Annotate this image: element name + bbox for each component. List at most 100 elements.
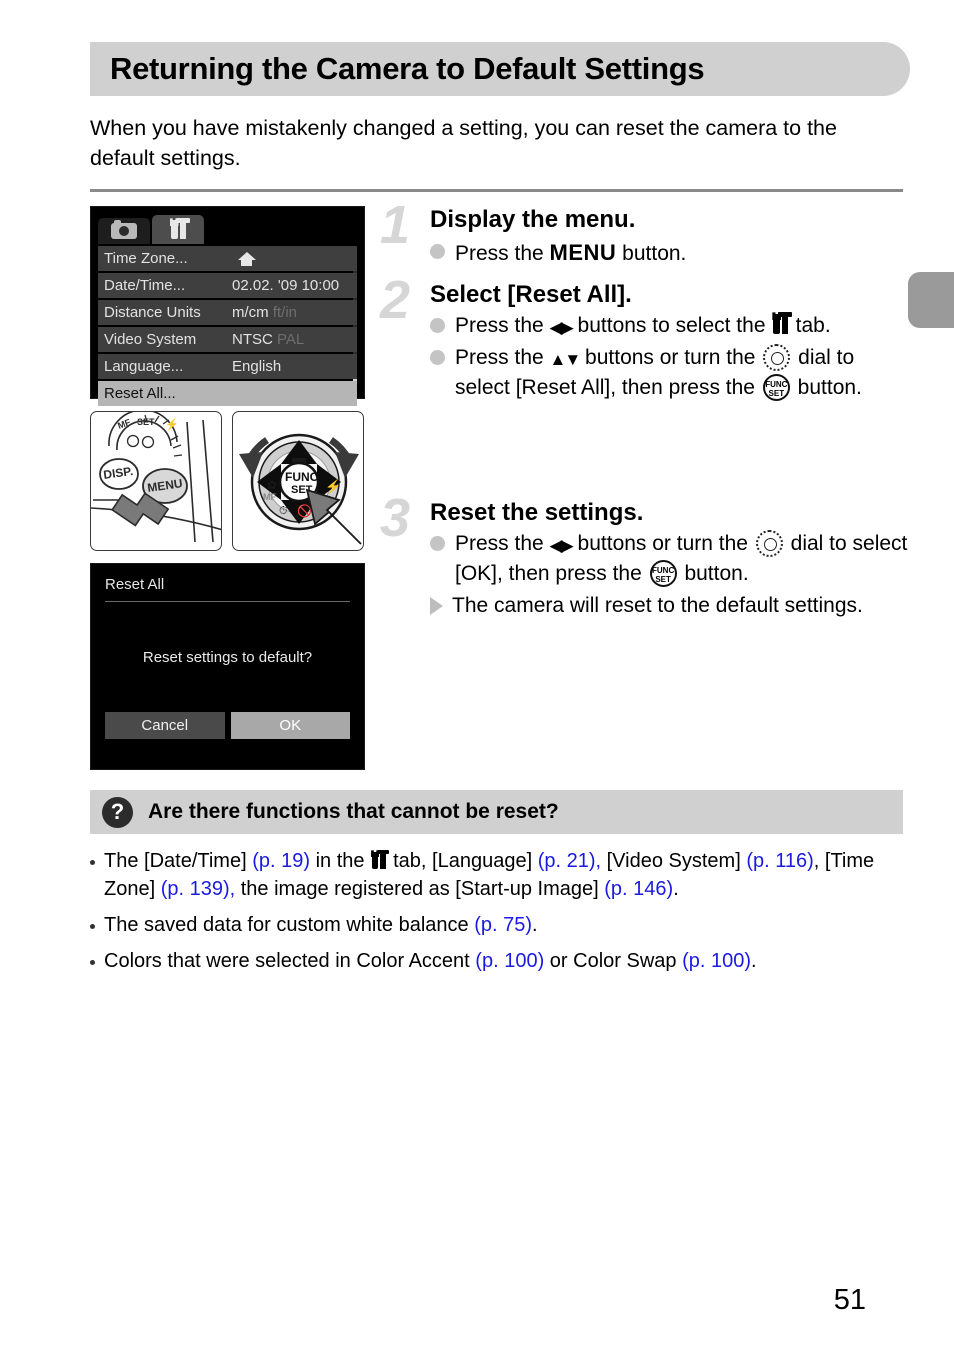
tools-icon: [773, 312, 792, 335]
menu-tab-strip: [98, 215, 357, 245]
step-instruction: Press the ▲▼ buttons or turn the dial to…: [430, 343, 910, 403]
tip-item: The [Date/Time] (p. 19) in the tab, [Lan…: [90, 848, 910, 902]
menu-button-glyph: MENU: [549, 239, 617, 265]
step-2: 2 Select [Reset All]. Press the ◀▶ buttons…: [380, 273, 910, 403]
instruction-text: Press the ▲▼ buttons or turn the dial to…: [455, 344, 862, 401]
bullet-dot-icon: [430, 350, 445, 366]
page-reference: (p. 146): [604, 877, 674, 900]
tip-header: ? Are there functions that cannot be res…: [90, 790, 903, 835]
tip-text: Colors that were selected in Color Accen…: [104, 949, 757, 972]
bullet-dot-icon: [430, 318, 445, 334]
svg-text:SET: SET: [137, 417, 155, 427]
step-title: Reset the settings.: [430, 498, 644, 526]
page-reference: (p. 21),: [537, 850, 602, 873]
question-icon: ?: [102, 796, 133, 828]
left-right-arrows-icon: ◀▶: [549, 318, 574, 338]
left-right-arrows-icon: ◀▶: [549, 536, 574, 556]
svg-text:🚫: 🚫: [297, 504, 312, 518]
instruction-text: Press the ◀▶ buttons to select the tab.: [455, 311, 910, 341]
menu-row-time-zone[interactable]: Time Zone...: [98, 246, 357, 272]
control-dial-icon: [763, 344, 791, 372]
menu-row-date-time[interactable]: Date/Time... 02.02. '09 10:00: [98, 273, 357, 299]
menu-row-label: Date/Time...: [104, 277, 186, 295]
menu-tab-shooting[interactable]: [98, 218, 150, 245]
page-reference: (p. 116): [746, 850, 814, 873]
menu-row-label: Language...: [104, 358, 184, 376]
menu-row-value-active: m/cm: [232, 304, 269, 322]
button-diagrams: MF SET ⚡ DISP. MENU ✿ MF ⚡ ⏱ 🚫 FUNC SET: [90, 411, 375, 552]
menu-row-value: English: [232, 358, 282, 376]
tip-text: The [Date/Time] (p. 19) in the tab, [Lan…: [104, 850, 875, 900]
step-title: Display the menu.: [430, 206, 636, 234]
step-3: 3 Reset the settings. Press the ◀▶ buttons…: [380, 491, 910, 621]
intro-paragraph: When you have mistakenly changed a setti…: [90, 116, 837, 170]
ok-button[interactable]: OK: [230, 712, 350, 740]
svg-text:FUNC: FUNC: [285, 470, 319, 484]
func-set-button-icon: FUNC SET: [762, 373, 790, 401]
steps-list: 1 Display the menu. Press the MENU button.…: [380, 198, 910, 621]
menu-row-reset-all[interactable]: Reset All...: [98, 381, 357, 407]
page-reference: (p. 19): [252, 850, 311, 873]
page-title-banner: Returning the Camera to Default Settings: [90, 42, 910, 96]
menu-row-label: Video System: [104, 331, 197, 349]
menu-row-label: Time Zone...: [104, 250, 188, 268]
svg-text:⚡: ⚡: [165, 418, 179, 431]
tip-item: The saved data for custom white balance …: [90, 912, 910, 939]
menu-row-value-inactive: PAL: [277, 331, 305, 349]
page-reference: (p. 139),: [160, 877, 236, 900]
tip-bullet-icon: [90, 860, 95, 866]
menu-row-value: m/cm ft/in: [232, 304, 297, 321]
menu-row-language[interactable]: Language... English: [98, 354, 357, 380]
instruction-text: Press the ◀▶ buttons or turn the dial to…: [455, 530, 908, 588]
dialog-title: Reset All: [105, 576, 165, 594]
step-instruction: Press the ◀▶ buttons to select the tab.: [430, 311, 910, 341]
svg-text:MF: MF: [263, 492, 276, 502]
step-number: 1: [380, 195, 411, 256]
cancel-button[interactable]: Cancel: [105, 712, 225, 740]
home-icon: [238, 251, 256, 266]
menu-row-video-system[interactable]: Video System NTSC PAL: [98, 327, 357, 353]
instruction-text: Press the MENU button.: [455, 239, 687, 265]
step-1: 1 Display the menu. Press the MENU button.: [380, 198, 910, 269]
step-instruction: Press the MENU button.: [430, 237, 910, 269]
menu-item-list: Time Zone... Date/Time... 02.02. '09 10:…: [98, 246, 357, 407]
bullet-dot-icon: [430, 536, 445, 552]
tip-bullet-icon: [90, 959, 95, 965]
menu-button-illustration: MF SET ⚡ DISP. MENU: [91, 412, 221, 543]
menu-button-diagram: MF SET ⚡ DISP. MENU: [90, 411, 222, 552]
page-number: 51: [833, 1284, 866, 1316]
page-reference: (p. 100): [682, 949, 752, 972]
reset-confirmation-screenshot: Reset All Reset settings to default? Can…: [90, 563, 365, 771]
tip-title: Are there functions that cannot be reset…: [148, 800, 559, 824]
control-dial-icon: [755, 530, 783, 558]
page-reference: (p. 100): [475, 949, 545, 972]
tip-item-list: The [Date/Time] (p. 19) in the tab, [Lan…: [90, 848, 910, 975]
dialog-buttons: Cancel OK: [105, 712, 350, 757]
menu-row-label: Distance Units: [104, 304, 201, 322]
control-dial-illustration: ⊿ ✿ MF ⚡ ⏱ 🚫 FUNC SET: [239, 434, 362, 545]
menu-row-value-active: NTSC: [232, 331, 273, 349]
figures-column: Time Zone... Date/Time... 02.02. '09 10:…: [90, 206, 375, 771]
page-reference: (p. 75): [474, 913, 533, 936]
step-number: 2: [380, 269, 411, 330]
menu-row-distance-units[interactable]: Distance Units m/cm ft/in: [98, 300, 357, 326]
svg-text:MF: MF: [116, 417, 132, 431]
step-body: Press the MENU button.: [430, 237, 910, 269]
menu-row-value: 02.02. '09 10:00: [232, 277, 340, 295]
camera-icon: [111, 220, 137, 240]
manual-page: Returning the Camera to Default Settings…: [90, 0, 910, 1345]
step-instruction: Press the ◀▶ buttons or turn the dial to…: [430, 529, 910, 589]
step-number: 3: [380, 487, 411, 548]
svg-text:⏱: ⏱: [279, 505, 288, 517]
section-divider: [90, 189, 903, 193]
menu-tab-settings[interactable]: [152, 215, 204, 245]
step-body: Press the ◀▶ buttons or turn the dial to…: [430, 529, 910, 620]
menu-row-label: Reset All...: [104, 385, 176, 403]
step-title: Select [Reset All].: [430, 280, 632, 308]
svg-text:✿: ✿: [267, 478, 277, 492]
content-columns: Time Zone... Date/Time... 02.02. '09 10:…: [90, 198, 910, 771]
menu-row-value: NTSC PAL: [232, 331, 304, 348]
tip-bullet-icon: [90, 923, 95, 929]
bullet-dot-icon: [430, 243, 445, 259]
tools-icon: [372, 850, 389, 870]
